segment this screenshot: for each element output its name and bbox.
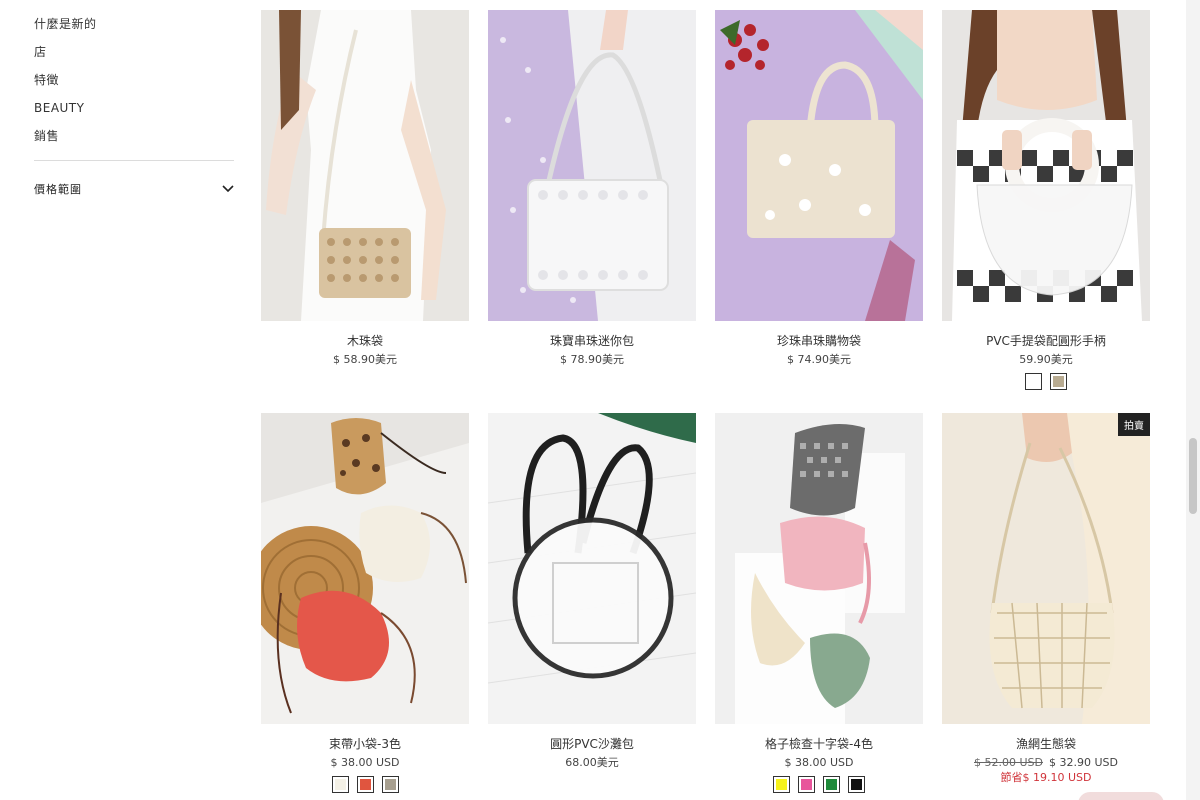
product-image[interactable] xyxy=(942,10,1150,321)
color-swatch-cream[interactable] xyxy=(331,776,349,793)
product-name[interactable]: 格子檢查十字袋-4色 xyxy=(715,736,923,752)
product-name[interactable]: 束帶小袋-3色 xyxy=(261,736,469,752)
swatch-fill xyxy=(776,779,787,790)
color-swatch-pink[interactable] xyxy=(798,776,815,793)
swatch-fill xyxy=(359,779,371,790)
swatch-fill xyxy=(1028,376,1039,387)
product-name[interactable]: 漁網生態袋 xyxy=(942,736,1150,752)
swatch-fill xyxy=(384,779,396,790)
price-range-filter[interactable]: 價格範圍 xyxy=(34,181,234,197)
product-card[interactable]: 珍珠串珠購物袋 $ 74.90美元 xyxy=(715,10,923,367)
color-swatch-taupe[interactable] xyxy=(381,776,399,793)
product-price: 68.00美元 xyxy=(565,756,619,769)
product-name[interactable]: 圓形PVC沙灘包 xyxy=(488,736,696,752)
sale-badge: 拍賣 xyxy=(1118,413,1150,436)
nav-whats-new[interactable]: 什麼是新的 xyxy=(34,12,234,40)
product-price: $ 38.00 USD xyxy=(784,756,854,769)
chevron-down-icon xyxy=(222,185,234,193)
sale-price: $ 32.90 USD xyxy=(1049,756,1118,769)
swatch-fill xyxy=(334,779,346,790)
scrollbar[interactable] xyxy=(1186,0,1200,800)
scrollbar-thumb[interactable] xyxy=(1189,438,1197,514)
product-card[interactable]: PVC手提袋配圓形手柄 59.90美元 xyxy=(942,10,1150,390)
nav-shop[interactable]: 店 xyxy=(34,40,234,68)
color-swatch-red[interactable] xyxy=(356,776,374,793)
swatch-fill xyxy=(826,779,837,790)
product-image[interactable]: 拍賣 xyxy=(942,413,1150,724)
savings-text: 節省$ 19.10 USD xyxy=(1000,771,1092,784)
product-image[interactable] xyxy=(261,10,469,321)
product-card[interactable]: 木珠袋 $ 58.90美元 xyxy=(261,10,469,367)
swatch-fill xyxy=(851,779,862,790)
product-card[interactable]: 束帶小袋-3色 $ 38.00 USD xyxy=(261,413,469,793)
product-price: $ 78.90美元 xyxy=(560,353,624,366)
product-card[interactable]: 圓形PVC沙灘包 68.00美元 xyxy=(488,413,696,770)
product-card[interactable]: 格子檢查十字袋-4色 $ 38.00 USD xyxy=(715,413,923,793)
product-price: $ 38.00 USD xyxy=(330,756,400,769)
color-swatches xyxy=(942,373,1150,390)
color-swatch-khaki[interactable] xyxy=(1050,373,1067,390)
price-range-label: 價格範圍 xyxy=(34,183,82,196)
color-swatches xyxy=(715,776,923,793)
color-swatch-black[interactable] xyxy=(848,776,865,793)
product-image[interactable] xyxy=(488,10,696,321)
sidebar-divider xyxy=(34,160,234,161)
color-swatch-green[interactable] xyxy=(823,776,840,793)
product-price: 59.90美元 xyxy=(1019,353,1073,366)
product-card[interactable]: 珠寶串珠迷你包 $ 78.90美元 xyxy=(488,10,696,367)
color-swatch-yellow[interactable] xyxy=(773,776,790,793)
product-name[interactable]: 木珠袋 xyxy=(261,333,469,349)
category-sidebar: 什麼是新的 店 特徵 BEAUTY 銷售 價格範圍 xyxy=(34,12,234,197)
product-name[interactable]: 珠寶串珠迷你包 xyxy=(488,333,696,349)
color-swatches xyxy=(261,776,469,793)
swatch-fill xyxy=(1053,376,1064,387)
product-price-line: $ 52.00 USD $ 32.90 USD xyxy=(942,755,1150,770)
product-image[interactable] xyxy=(261,413,469,724)
nav-beauty[interactable]: BEAUTY xyxy=(34,96,234,124)
nav-sale[interactable]: 銷售 xyxy=(34,124,234,152)
product-price: $ 74.90美元 xyxy=(787,353,851,366)
product-price: $ 58.90美元 xyxy=(333,353,397,366)
product-name[interactable]: PVC手提袋配圓形手柄 xyxy=(942,333,1150,349)
product-image[interactable] xyxy=(715,10,923,321)
nav-features[interactable]: 特徵 xyxy=(34,68,234,96)
product-image[interactable] xyxy=(715,413,923,724)
swatch-fill xyxy=(801,779,812,790)
original-price: $ 52.00 USD xyxy=(974,756,1043,769)
product-name[interactable]: 珍珠串珠購物袋 xyxy=(715,333,923,349)
product-card[interactable]: 拍賣 漁網生態袋 $ 52.00 USD $ 32.90 USD 節省$ 19.1… xyxy=(942,413,1150,785)
chat-button[interactable] xyxy=(1078,792,1164,800)
color-swatch-white[interactable] xyxy=(1025,373,1042,390)
product-image[interactable] xyxy=(488,413,696,724)
